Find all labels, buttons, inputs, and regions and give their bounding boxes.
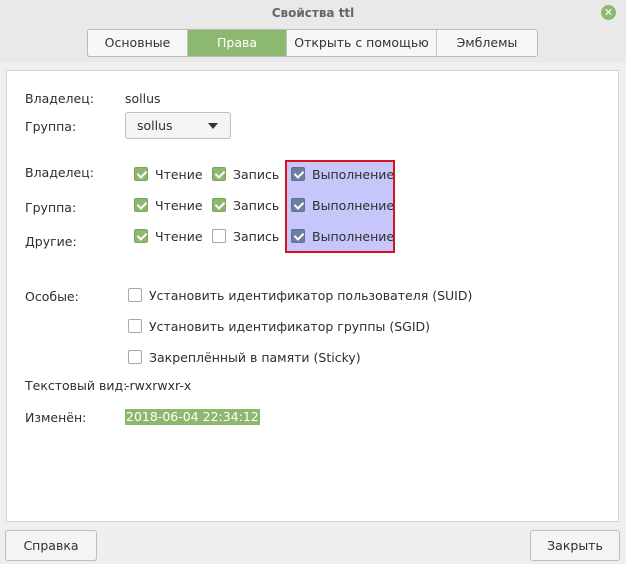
group-write-checkbox[interactable] <box>212 198 226 212</box>
group-select[interactable]: sollus <box>125 112 231 139</box>
sgid-label: Установить идентификатор группы (SGID) <box>149 319 431 334</box>
text-view-label: Текстовый вид: <box>25 378 128 393</box>
owner-value: sollus <box>125 91 161 106</box>
group-write-label: Запись <box>233 198 280 213</box>
chevron-down-icon <box>208 123 218 129</box>
owner-read-label: Чтение <box>155 167 203 182</box>
window-title: Свойства ttl <box>271 6 355 20</box>
group-select-value: sollus <box>137 118 173 133</box>
tab-basic[interactable]: Основные <box>88 30 188 56</box>
close-icon[interactable]: ✕ <box>601 5 616 20</box>
sticky-label: Закреплённый в памяти (Sticky) <box>149 350 361 365</box>
help-button[interactable]: Справка <box>5 530 97 561</box>
special-label: Особые: <box>25 289 79 304</box>
group-exec-label: Выполнение <box>312 198 395 213</box>
owner-label: Владелец: <box>25 91 94 106</box>
owner-write-checkbox[interactable] <box>212 167 226 181</box>
tab-emblems[interactable]: Эмблемы <box>437 30 537 56</box>
group-label: Группа: <box>25 119 77 134</box>
perm-others-label: Другие: <box>25 234 77 249</box>
tab-open-with[interactable]: Открыть с помощью <box>287 30 437 56</box>
perm-owner-label: Владелец: <box>25 165 94 180</box>
suid-checkbox[interactable] <box>128 288 142 302</box>
others-write-checkbox[interactable] <box>212 229 226 243</box>
modified-label: Изменён: <box>25 410 87 425</box>
modified-value: 2018-06-04 22:34:12 <box>125 409 260 425</box>
owner-exec-checkbox[interactable] <box>291 167 305 181</box>
others-read-checkbox[interactable] <box>134 229 148 243</box>
perm-group-label: Группа: <box>25 200 77 215</box>
sgid-checkbox[interactable] <box>128 319 142 333</box>
suid-label: Установить идентификатор пользователя (S… <box>149 288 473 303</box>
others-write-label: Запись <box>233 229 280 244</box>
group-read-label: Чтение <box>155 198 203 213</box>
sticky-checkbox[interactable] <box>128 350 142 364</box>
tab-permissions[interactable]: Права <box>188 30 287 56</box>
group-read-checkbox[interactable] <box>134 198 148 212</box>
close-button[interactable]: Закрыть <box>530 530 620 561</box>
window-titlebar: Свойства ttl ✕ Основные Права Открыть с … <box>0 0 626 62</box>
owner-write-label: Запись <box>233 167 280 182</box>
owner-read-checkbox[interactable] <box>134 167 148 181</box>
others-exec-checkbox[interactable] <box>291 229 305 243</box>
others-exec-label: Выполнение <box>312 229 395 244</box>
tab-bar: Основные Права Открыть с помощью Эмблемы <box>87 29 538 57</box>
owner-exec-label: Выполнение <box>312 167 395 182</box>
others-read-label: Чтение <box>155 229 203 244</box>
text-view-value: -rwxrwxr-x <box>125 378 192 393</box>
group-exec-checkbox[interactable] <box>291 198 305 212</box>
